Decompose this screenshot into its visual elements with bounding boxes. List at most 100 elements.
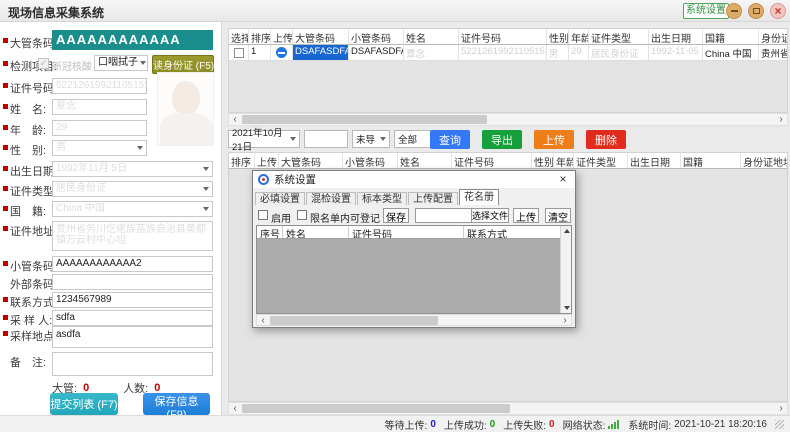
dialog-tab-3[interactable]: 上传配置 bbox=[408, 192, 458, 205]
top-grid-header-6[interactable]: 证件号码 bbox=[459, 29, 547, 44]
row-cell-1[interactable]: 1 bbox=[249, 45, 271, 60]
scroll-thumb[interactable] bbox=[270, 316, 438, 325]
table-row[interactable]: 1 DSAFASDFAAASDSAFASDFAAAS1覃念522126199211… bbox=[229, 45, 787, 61]
row-cell-4[interactable]: DSAFASDFAAAS1 bbox=[349, 45, 404, 60]
row-cell-8[interactable]: 29 bbox=[569, 45, 589, 60]
dialog-save-button[interactable]: 保存 bbox=[383, 208, 409, 223]
roster-table-vscrollbar[interactable] bbox=[560, 226, 571, 313]
bottom-grid-header-9[interactable]: 出生日期 bbox=[628, 153, 681, 168]
roster-table-header-3[interactable]: 联系方式 bbox=[464, 226, 561, 238]
scroll-thumb[interactable] bbox=[242, 404, 510, 413]
top-grid-header-10[interactable]: 出生日期 bbox=[649, 29, 703, 44]
field-external-barcode-input[interactable] bbox=[52, 274, 213, 290]
roster-table-header-2[interactable]: 证件号码 bbox=[349, 226, 464, 238]
row-cell-5[interactable]: 覃念 bbox=[404, 45, 459, 60]
field-small-tube-input[interactable]: AAAAAAAAAAAA2 bbox=[52, 256, 213, 272]
maximize-button[interactable] bbox=[748, 3, 764, 19]
top-grid-header-3[interactable]: 大管条码 bbox=[293, 29, 349, 44]
delete-button[interactable]: 删除 bbox=[586, 130, 626, 149]
system-settings-button[interactable]: 系统设置 bbox=[683, 3, 729, 19]
bottom-grid-header-7[interactable]: 年龄 bbox=[554, 153, 574, 168]
dialog-close-button[interactable]: × bbox=[556, 172, 570, 186]
bottom-grid-header-3[interactable]: 小管条码 bbox=[343, 153, 398, 168]
bottom-grid-header-10[interactable]: 国籍 bbox=[681, 153, 741, 168]
scroll-right-arrow[interactable]: › bbox=[775, 114, 787, 125]
resize-grip[interactable] bbox=[775, 420, 784, 429]
minimize-button[interactable] bbox=[726, 3, 742, 19]
top-grid-header-8[interactable]: 年龄 bbox=[569, 29, 589, 44]
dialog-clear-button[interactable]: 清空 bbox=[545, 208, 571, 223]
bottom-grid-header-5[interactable]: 证件号码 bbox=[452, 153, 532, 168]
bottom-grid-header-6[interactable]: 性别 bbox=[532, 153, 554, 168]
field-nationality-select[interactable]: China 中国 bbox=[52, 201, 213, 217]
top-grid-header-0[interactable]: 选择 bbox=[229, 29, 249, 44]
field-birth-date-select[interactable]: 1992年11月 5日 bbox=[52, 161, 213, 177]
top-grid-header-9[interactable]: 证件类型 bbox=[589, 29, 649, 44]
row-cell-6[interactable]: 522126199211051531 bbox=[459, 45, 547, 60]
row-cell-12[interactable]: 贵州省务川仡佬族苗族自治县黄都镇万云村中心组 bbox=[759, 45, 788, 60]
top-grid-header-7[interactable]: 性别 bbox=[547, 29, 569, 44]
top-grid-header-5[interactable]: 姓名 bbox=[404, 29, 459, 44]
bottom-grid-header-1[interactable]: 上传 bbox=[255, 153, 279, 168]
bottom-grid-header-0[interactable]: 排序 bbox=[229, 153, 255, 168]
row-cell-11[interactable]: China 中国 bbox=[703, 45, 759, 60]
big-tube-barcode-input[interactable]: AAAAAAAAAAAA bbox=[52, 30, 213, 50]
close-button[interactable]: × bbox=[770, 3, 786, 19]
scroll-left-arrow[interactable]: ‹ bbox=[229, 403, 241, 414]
scroll-left-arrow[interactable]: ‹ bbox=[257, 315, 269, 326]
top-grid-header-1[interactable]: 排序 bbox=[249, 29, 271, 44]
bottom-grid-header-4[interactable]: 姓名 bbox=[398, 153, 452, 168]
bottom-grid-header-2[interactable]: 大管条码 bbox=[279, 153, 343, 168]
save-info-button[interactable]: 保存信息 (F9) bbox=[143, 393, 210, 415]
field-sampler-input[interactable]: sdfa bbox=[52, 310, 213, 326]
enable-checkbox[interactable] bbox=[258, 210, 268, 220]
field-id-type-select[interactable]: 居民身份证 bbox=[52, 181, 213, 197]
sample-type-select[interactable]: 口咽拭子 bbox=[94, 55, 148, 71]
upload-button[interactable]: 上传 bbox=[534, 130, 574, 149]
dialog-tab-4[interactable]: 花名册 bbox=[459, 189, 499, 205]
row-cell-7[interactable]: 男 bbox=[547, 45, 569, 60]
row-cell-0[interactable] bbox=[229, 45, 249, 60]
roster-table-header-0[interactable]: 序号 bbox=[257, 226, 283, 238]
row-cell-9[interactable]: 居民身份证 bbox=[589, 45, 649, 60]
submit-list-button[interactable]: 提交列表 (F7) bbox=[50, 393, 118, 415]
field-id-number-input[interactable]: 522126199211051531 bbox=[52, 78, 147, 94]
dialog-tab-1[interactable]: 混检设置 bbox=[306, 192, 356, 205]
scroll-right-arrow[interactable]: › bbox=[775, 403, 787, 414]
row-cell-3[interactable]: DSAFASDFAAAS bbox=[293, 45, 349, 60]
top-grid-header-11[interactable]: 国籍 bbox=[703, 29, 759, 44]
scroll-down-arrow[interactable] bbox=[564, 306, 570, 310]
dialog-tab-2[interactable]: 标本类型 bbox=[357, 192, 407, 205]
row-select-checkbox[interactable] bbox=[234, 48, 244, 58]
field-age-input[interactable]: 29 bbox=[52, 120, 147, 136]
field-name-input[interactable]: 覃念 bbox=[52, 99, 147, 115]
row-cell-10[interactable]: 1992-11-05 bbox=[649, 45, 703, 60]
query-button[interactable]: 查询 bbox=[430, 130, 470, 149]
export-button[interactable]: 导出 bbox=[482, 130, 522, 149]
scroll-thumb[interactable] bbox=[242, 115, 487, 124]
date-select[interactable]: 2021年10月21日 bbox=[228, 130, 300, 148]
top-grid-header-12[interactable]: 身份证地址 bbox=[759, 29, 788, 44]
dialog-titlebar[interactable]: 系统设置 × bbox=[253, 171, 575, 188]
bottom-grid-hscrollbar[interactable]: ‹ › bbox=[228, 402, 788, 415]
dialog-tab-0[interactable]: 必填设置 bbox=[255, 192, 305, 205]
top-grid-header-2[interactable]: 上传 bbox=[271, 29, 293, 44]
field-sample-site-textarea[interactable]: asdfa bbox=[52, 326, 213, 348]
scroll-left-arrow[interactable]: ‹ bbox=[229, 114, 241, 125]
field-contact-input[interactable]: 1234567989 bbox=[52, 292, 213, 308]
keyword-input[interactable] bbox=[304, 130, 348, 148]
field-gender-select[interactable]: 男 bbox=[52, 140, 147, 156]
choose-file-button[interactable]: 选择文件 bbox=[471, 208, 509, 223]
field-remark-textarea[interactable] bbox=[52, 352, 213, 376]
scroll-up-arrow[interactable] bbox=[564, 229, 570, 233]
export-state-select[interactable]: 未导 bbox=[352, 130, 390, 148]
bottom-grid-header-8[interactable]: 证件类型 bbox=[574, 153, 628, 168]
top-grid-header-4[interactable]: 小管条码 bbox=[349, 29, 404, 44]
covid-checkbox[interactable]: ✓ bbox=[38, 58, 49, 69]
bottom-grid-header-11[interactable]: 身份证地址 bbox=[741, 153, 788, 168]
restrict-checkbox[interactable] bbox=[297, 210, 307, 220]
roster-table-hscrollbar[interactable]: ‹ › bbox=[256, 314, 572, 326]
row-cell-2[interactable] bbox=[271, 45, 293, 60]
dialog-upload-button[interactable]: 上传 bbox=[513, 208, 539, 223]
scroll-right-arrow[interactable]: › bbox=[559, 315, 571, 326]
